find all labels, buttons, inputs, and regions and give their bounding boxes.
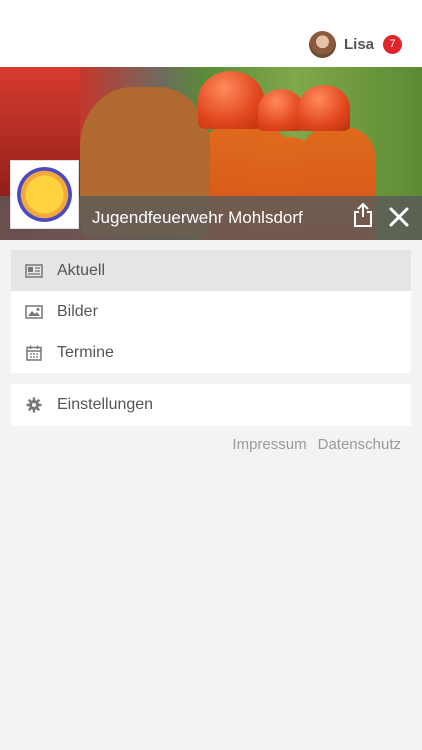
helmet xyxy=(298,85,350,131)
footer-links: Impressum Datenschutz xyxy=(232,436,401,453)
menu-item-label: Einstellungen xyxy=(57,396,154,413)
close-button[interactable] xyxy=(388,206,410,228)
impressum-link[interactable]: Impressum xyxy=(232,436,306,453)
menu-item-termine[interactable]: Termine xyxy=(11,332,411,373)
menu-item-einstellungen[interactable]: Einstellungen xyxy=(11,384,411,426)
primary-menu: Aktuell Bilder Termine xyxy=(11,250,411,373)
share-button[interactable] xyxy=(353,202,373,228)
gear-icon xyxy=(25,396,43,414)
menu-item-label: Bilder xyxy=(57,302,98,320)
menu-item-label: Termine xyxy=(57,343,114,361)
brand-title: Jugendfeuerwehr Mohlsdorf xyxy=(92,208,303,227)
helmet xyxy=(198,71,264,129)
jugendfeuerwehr-logo xyxy=(10,160,79,229)
menu-item-aktuell[interactable]: Aktuell xyxy=(11,250,411,291)
image-icon xyxy=(25,303,43,321)
user-profile[interactable]: Lisa 7 xyxy=(308,30,402,58)
newspaper-icon xyxy=(25,262,43,280)
share-icon xyxy=(354,202,372,227)
user-name[interactable]: Lisa xyxy=(344,36,374,53)
calendar-icon xyxy=(25,344,43,362)
logo-emblem xyxy=(17,167,72,222)
top-bar: Lisa 7 xyxy=(0,0,422,67)
user-avatar[interactable] xyxy=(308,30,336,58)
notification-badge[interactable]: 7 xyxy=(383,34,402,54)
datenschutz-link[interactable]: Datenschutz xyxy=(318,436,401,453)
secondary-menu: Einstellungen xyxy=(11,384,411,426)
close-icon xyxy=(389,207,409,227)
menu-item-bilder[interactable]: Bilder xyxy=(11,291,411,332)
menu-item-label: Aktuell xyxy=(57,261,106,279)
